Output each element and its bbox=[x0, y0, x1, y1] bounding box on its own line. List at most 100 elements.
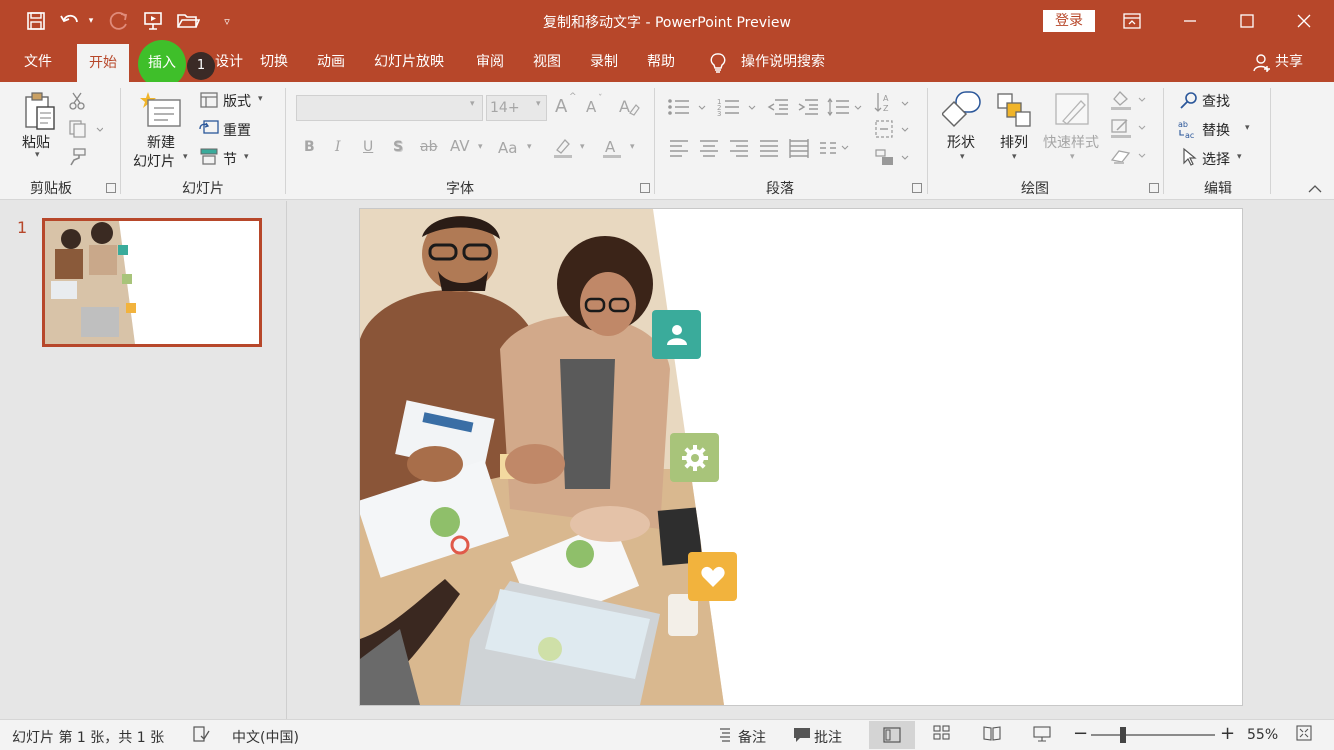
font-size-dropdown-icon[interactable]: ▾ bbox=[536, 99, 541, 109]
section-button[interactable]: 节 bbox=[223, 149, 237, 169]
highlight-dropdown-icon[interactable]: ▾ bbox=[580, 142, 585, 152]
quick-styles-icon[interactable] bbox=[1052, 90, 1092, 130]
zoom-slider-thumb[interactable] bbox=[1120, 727, 1126, 743]
tab-design[interactable]: 设计 bbox=[215, 42, 243, 82]
fit-to-window-icon[interactable] bbox=[1296, 725, 1312, 741]
shapes-dropdown-icon[interactable]: ▾ bbox=[960, 152, 965, 162]
heart-icon-tile[interactable] bbox=[688, 552, 737, 601]
zoom-in-button[interactable]: + bbox=[1220, 723, 1235, 744]
reset-button[interactable]: 重置 bbox=[223, 120, 251, 140]
shape-outline-icon[interactable] bbox=[1108, 116, 1148, 140]
clipboard-launcher-icon[interactable] bbox=[106, 183, 116, 193]
increase-indent-icon[interactable] bbox=[796, 96, 820, 118]
tell-me-search[interactable]: 操作说明搜索 bbox=[741, 42, 825, 82]
zoom-level[interactable]: 55% bbox=[1247, 727, 1278, 743]
find-icon[interactable] bbox=[1178, 90, 1200, 110]
reading-view-icon[interactable] bbox=[983, 725, 1001, 741]
comments-icon[interactable] bbox=[793, 725, 811, 743]
language-status[interactable]: 中文(中国) bbox=[232, 727, 299, 747]
font-launcher-icon[interactable] bbox=[640, 183, 650, 193]
arrange-icon[interactable] bbox=[994, 90, 1034, 130]
arrange-button[interactable]: 排列 bbox=[1000, 132, 1028, 152]
layout-dropdown-icon[interactable]: ▾ bbox=[258, 94, 263, 104]
shapes-icon[interactable] bbox=[941, 90, 983, 130]
font-name-dropdown-icon[interactable]: ▾ bbox=[470, 99, 475, 109]
font-color-dropdown-icon[interactable]: ▾ bbox=[630, 142, 635, 152]
copy-icon[interactable] bbox=[66, 118, 106, 140]
highlight-color-icon[interactable] bbox=[551, 136, 575, 160]
slide-thumbnail[interactable] bbox=[42, 218, 262, 347]
reset-icon[interactable] bbox=[198, 118, 220, 138]
new-slide-icon[interactable] bbox=[140, 90, 184, 130]
tab-slideshow[interactable]: 幻灯片放映 bbox=[374, 42, 444, 82]
shrink-font-button[interactable]: A bbox=[586, 98, 596, 116]
tab-animations[interactable]: 动画 bbox=[317, 42, 345, 82]
quick-styles-dropdown-icon[interactable]: ▾ bbox=[1070, 152, 1075, 162]
gear-icon-tile[interactable] bbox=[670, 433, 719, 482]
tab-view[interactable]: 视图 bbox=[533, 42, 561, 82]
case-dropdown-icon[interactable]: ▾ bbox=[527, 142, 532, 152]
bold-button[interactable]: B bbox=[304, 139, 315, 155]
paste-icon[interactable] bbox=[20, 90, 60, 134]
normal-view-icon[interactable] bbox=[869, 721, 915, 749]
accessibility-check-icon[interactable] bbox=[192, 725, 210, 743]
paste-button[interactable]: 粘贴 bbox=[22, 132, 50, 152]
cut-icon[interactable] bbox=[66, 90, 88, 112]
arrange-dropdown-icon[interactable]: ▾ bbox=[1012, 152, 1017, 162]
tab-home[interactable]: 开始 bbox=[77, 44, 129, 82]
quick-styles-button[interactable]: 快速样式 bbox=[1043, 132, 1099, 152]
change-case-button[interactable]: Aa bbox=[498, 139, 517, 157]
share-button[interactable]: 共享 bbox=[1275, 42, 1303, 82]
tab-help[interactable]: 帮助 bbox=[647, 42, 675, 82]
person-icon-tile[interactable] bbox=[652, 310, 701, 359]
maximize-icon[interactable] bbox=[1232, 6, 1262, 36]
clear-formatting-icon[interactable]: A bbox=[617, 96, 641, 118]
notes-icon[interactable] bbox=[717, 725, 733, 743]
shape-effects-icon[interactable] bbox=[1108, 144, 1148, 168]
align-text-icon[interactable] bbox=[873, 118, 913, 140]
replace-button[interactable]: 替换 bbox=[1202, 120, 1230, 140]
login-button[interactable]: 登录 bbox=[1043, 10, 1095, 32]
new-slide-label-line1[interactable]: 新建 bbox=[147, 132, 175, 152]
convert-to-smartart-icon[interactable] bbox=[873, 146, 913, 168]
text-shadow-button[interactable]: S bbox=[393, 139, 403, 155]
strikethrough-button[interactable]: ab bbox=[420, 139, 437, 155]
italic-button[interactable]: I bbox=[335, 139, 341, 155]
share-person-icon[interactable] bbox=[1249, 50, 1275, 76]
tab-transitions[interactable]: 切换 bbox=[260, 42, 288, 82]
paste-dropdown-icon[interactable]: ▾ bbox=[35, 150, 40, 160]
zoom-slider-track[interactable] bbox=[1091, 734, 1215, 736]
zoom-out-button[interactable]: − bbox=[1073, 723, 1088, 744]
collapse-ribbon-icon[interactable] bbox=[1306, 182, 1324, 196]
replace-icon[interactable]: ab ac bbox=[1176, 118, 1200, 140]
paragraph-launcher-icon[interactable] bbox=[912, 183, 922, 193]
font-name-combobox[interactable] bbox=[296, 95, 483, 121]
layout-button[interactable]: 版式 bbox=[223, 91, 251, 111]
select-dropdown-icon[interactable]: ▾ bbox=[1237, 152, 1242, 162]
font-color-icon[interactable]: A bbox=[600, 136, 624, 160]
slideshow-view-icon[interactable] bbox=[1033, 725, 1051, 743]
format-painter-icon[interactable] bbox=[66, 146, 88, 168]
tab-record[interactable]: 录制 bbox=[590, 42, 618, 82]
new-slide-button[interactable]: 幻灯片 bbox=[133, 151, 175, 171]
close-icon[interactable] bbox=[1289, 6, 1319, 36]
select-button[interactable]: 选择 bbox=[1202, 149, 1230, 169]
layout-icon[interactable] bbox=[198, 90, 220, 110]
tab-review[interactable]: 审阅 bbox=[476, 42, 504, 82]
replace-dropdown-icon[interactable]: ▾ bbox=[1245, 123, 1250, 133]
new-slide-dropdown-icon[interactable]: ▾ bbox=[183, 152, 188, 162]
underline-button[interactable]: U bbox=[363, 139, 373, 155]
section-icon[interactable] bbox=[198, 146, 220, 166]
slide-canvas[interactable] bbox=[360, 209, 1242, 705]
comments-button[interactable]: 批注 bbox=[814, 727, 842, 747]
find-button[interactable]: 查找 bbox=[1202, 91, 1230, 111]
bullets-icon[interactable] bbox=[666, 96, 714, 118]
spacing-dropdown-icon[interactable]: ▾ bbox=[478, 142, 483, 152]
paragraph-alignment-icons[interactable] bbox=[666, 136, 850, 160]
section-dropdown-icon[interactable]: ▾ bbox=[244, 152, 249, 162]
decrease-indent-icon[interactable] bbox=[766, 96, 790, 118]
select-cursor-icon[interactable] bbox=[1178, 146, 1200, 168]
line-spacing-icon[interactable] bbox=[826, 96, 866, 118]
ribbon-display-options-icon[interactable] bbox=[1117, 6, 1147, 36]
drawing-launcher-icon[interactable] bbox=[1149, 183, 1159, 193]
